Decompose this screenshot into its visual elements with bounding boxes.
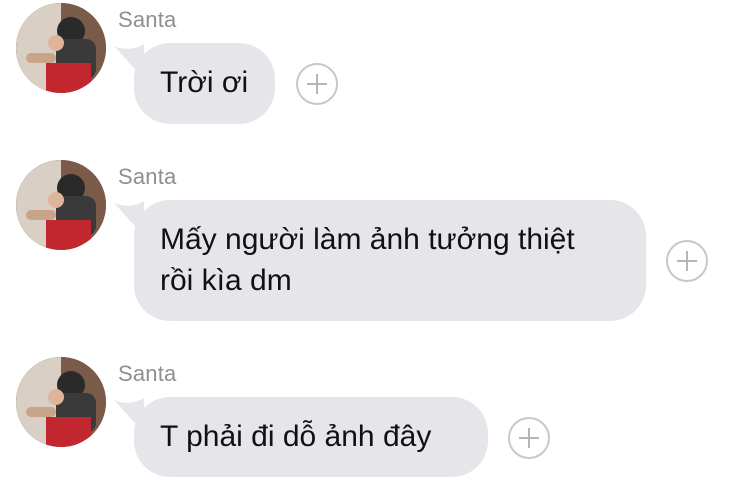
profile-photo-icon	[16, 357, 106, 447]
add-reaction-button[interactable]	[508, 417, 550, 459]
message-row: Santa T phải đi dỗ ảnh đây	[0, 0, 750, 487]
avatar[interactable]	[16, 357, 106, 447]
message-bubble[interactable]: T phải đi dỗ ảnh đây	[134, 397, 488, 477]
sender-name: Santa	[118, 361, 177, 386]
